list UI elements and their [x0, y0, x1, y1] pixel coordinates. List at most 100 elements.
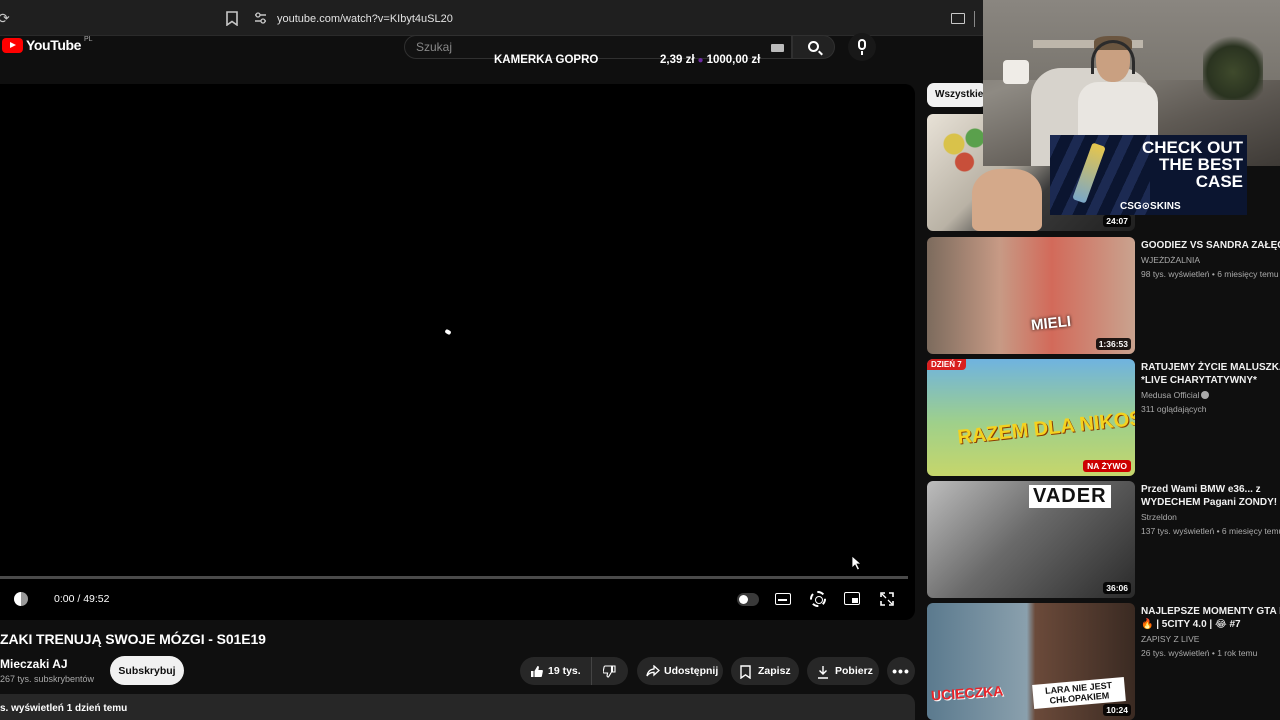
recommendation-title-line2[interactable]: 🔥 | 5CITY 4.0 | 😂 #7: [1141, 618, 1280, 631]
autoplay-toggle[interactable]: [737, 593, 759, 606]
recommendation-title-line2[interactable]: WYDECHEM Pagani ZONDY! xD: [1141, 496, 1280, 509]
description-box[interactable]: [0, 694, 915, 720]
settings-gear-icon[interactable]: [810, 591, 826, 607]
recommendation-stats: 98 tys. wyświetleń • 6 miesięcy temu: [1141, 269, 1279, 279]
youtube-header: YouTube PL KAMERKA GOPRO 2,39 zł●1000,00…: [0, 33, 983, 80]
share-button[interactable]: Udostępnij: [637, 657, 723, 685]
thumbnail-face: [972, 169, 1042, 231]
sponsor-ad-banner: CHECK OUT THE BEST CASE CSG⊙SKINS: [1050, 135, 1247, 215]
subscribe-button[interactable]: Subskrybuj: [110, 656, 184, 685]
duration-badge: 10:24: [1103, 704, 1131, 716]
reload-icon[interactable]: ⟳: [0, 11, 12, 25]
filter-chip-all[interactable]: Wszystkie: [927, 83, 987, 107]
webcam-lamp: [1003, 60, 1029, 84]
day-badge: DZIEŃ 7: [927, 359, 966, 370]
like-button[interactable]: 19 tys.: [520, 657, 592, 685]
description-meta: s. wyświetleń 1 dzień temu: [0, 703, 128, 714]
save-button[interactable]: Zapisz: [731, 657, 799, 685]
captions-icon[interactable]: [775, 593, 791, 605]
duration-badge: 24:07: [1103, 215, 1131, 227]
keyboard-icon[interactable]: [771, 44, 784, 52]
webcam-plant: [1203, 30, 1263, 100]
address-bar-url[interactable]: youtube.com/watch?v=KIbyt4uSL20: [277, 13, 453, 25]
recommendation-title[interactable]: NAJLEPSZE MOMENTY GTA RP: [1141, 605, 1280, 618]
dislike-button[interactable]: [592, 657, 626, 685]
toolbar-divider: [974, 11, 975, 27]
recommendation-stats: 311 oglądających: [1141, 404, 1207, 414]
thumbnail-text: RAZEM DLA NIKOSIA: [956, 405, 1135, 449]
region-code: PL: [84, 35, 93, 43]
thumbnail-text: UCIECZKA: [930, 682, 1004, 704]
recommendation-channel[interactable]: Medusa Official: [1141, 390, 1280, 400]
live-badge: NA ŻYWO: [1083, 460, 1131, 472]
ad-headline: CHECK OUT THE BEST CASE: [1141, 138, 1243, 191]
download-button[interactable]: Pobierz: [807, 657, 879, 685]
video-thumbnail[interactable]: DZIEŃ 7 RAZEM DLA NIKOSIA NA ŻYWO: [927, 359, 1135, 476]
save-icon: [740, 665, 752, 679]
search-icon: [808, 41, 819, 52]
recommendation-item[interactable]: UCIECZKA LARA NIE JEST CHŁOPAKIEM 10:24 …: [927, 603, 1280, 720]
progress-bar[interactable]: [0, 576, 908, 579]
recommendation-meta: RATUJEMY ŻYCIE MALUSZKA *LIVE CHARYTATYW…: [1141, 361, 1280, 414]
channel-label: Medusa Official: [1141, 390, 1200, 400]
price-separator: ●: [697, 55, 704, 66]
download-icon: [817, 665, 829, 679]
time-display: 0:00 / 49:52: [54, 593, 110, 605]
thumbnail-text: MIELI: [1030, 312, 1072, 335]
video-thumbnail[interactable]: MIELI 1:36:53: [927, 237, 1135, 354]
voice-search-button[interactable]: [848, 33, 876, 61]
share-label: Udostępnij: [664, 665, 719, 677]
channel-name[interactable]: Mieczaki AJ: [0, 657, 68, 671]
recommendation-title-line2[interactable]: *LIVE CHARYTATYWNY*: [1141, 374, 1280, 387]
verified-icon: [1201, 391, 1210, 399]
video-thumbnail[interactable]: UCIECZKA LARA NIE JEST CHŁOPAKIEM 10:24: [927, 603, 1135, 720]
volume-icon[interactable]: [14, 592, 28, 606]
youtube-logo[interactable]: YouTube PL: [2, 35, 93, 53]
search-button[interactable]: [792, 35, 835, 59]
recommendation-stats: 137 tys. wyświetleń • 6 miesięcy temu: [1141, 526, 1280, 536]
mic-stand: [861, 51, 863, 55]
recommendation-stats: 26 tys. wyświetleń • 1 rok temu: [1141, 648, 1258, 658]
ad-brand: CSG⊙SKINS: [1120, 201, 1181, 212]
like-dislike-group: 19 tys.: [520, 657, 628, 685]
like-count: 19 tys.: [548, 665, 581, 677]
price-current: 2,39 zł: [660, 54, 695, 66]
youtube-wordmark: YouTube: [26, 37, 82, 53]
recommendation-meta: GOODIEZ VS SANDRA ZAŁĘCKA WJEŻDŻALNIA 98…: [1141, 239, 1280, 279]
recommendation-meta: NAJLEPSZE MOMENTY GTA RP 🔥 | 5CITY 4.0 |…: [1141, 605, 1280, 658]
bookmark-icon[interactable]: [226, 11, 240, 27]
fullscreen-icon[interactable]: [880, 592, 894, 606]
duration-badge: 1:36:53: [1095, 338, 1131, 350]
price-goal: 1000,00 zł: [706, 54, 761, 66]
recommendation-item[interactable]: MIELI 1:36:53 GOODIEZ VS SANDRA ZAŁĘCKA …: [927, 237, 1280, 355]
save-label: Zapisz: [758, 665, 791, 677]
mic-icon: [858, 39, 866, 50]
video-player[interactable]: [0, 84, 915, 620]
recommendation-item[interactable]: DZIEŃ 7 RAZEM DLA NIKOSIA NA ŻYWO RATUJE…: [927, 359, 1280, 477]
site-info-icon[interactable]: [254, 12, 268, 26]
recommendation-title[interactable]: Przed Wami BMW e36... z: [1141, 483, 1280, 496]
stream-widget-title: KAMERKA GOPRO: [494, 54, 599, 66]
download-label: Pobierz: [835, 665, 873, 677]
subscriber-count: 267 tys. subskrybentów: [0, 674, 95, 684]
recommendation-item[interactable]: VADER 36:06 Przed Wami BMW e36... z WYDE…: [927, 481, 1280, 599]
browser-toolbar: ⟳ youtube.com/watch?v=KIbyt4uSL20: [0, 0, 983, 36]
recommendation-meta: Przed Wami BMW e36... z WYDECHEM Pagani …: [1141, 483, 1280, 536]
youtube-play-icon: [2, 37, 23, 53]
stream-widget-price: 2,39 zł ● 1000,00 zł: [660, 54, 760, 66]
more-actions-button[interactable]: •••: [887, 657, 915, 685]
recommendation-channel[interactable]: Strzeldon: [1141, 512, 1280, 522]
video-thumbnail[interactable]: VADER 36:06: [927, 481, 1135, 598]
recommendation-title[interactable]: GOODIEZ VS SANDRA ZAŁĘCKA: [1141, 239, 1280, 252]
search-input[interactable]: [416, 40, 756, 54]
recommendation-channel[interactable]: WJEŻDŻALNIA: [1141, 255, 1280, 265]
dislike-icon: [602, 665, 616, 678]
like-icon: [530, 665, 543, 677]
duration-badge: 36:06: [1103, 582, 1131, 594]
thumbnail-text: VADER: [1029, 485, 1111, 508]
cast-icon[interactable]: [951, 13, 965, 24]
share-icon: [646, 665, 660, 677]
recommendation-channel[interactable]: ZAPISY Z LIVE: [1141, 634, 1280, 644]
recommendation-title[interactable]: RATUJEMY ŻYCIE MALUSZKA: [1141, 361, 1280, 374]
miniplayer-icon[interactable]: [844, 592, 860, 605]
